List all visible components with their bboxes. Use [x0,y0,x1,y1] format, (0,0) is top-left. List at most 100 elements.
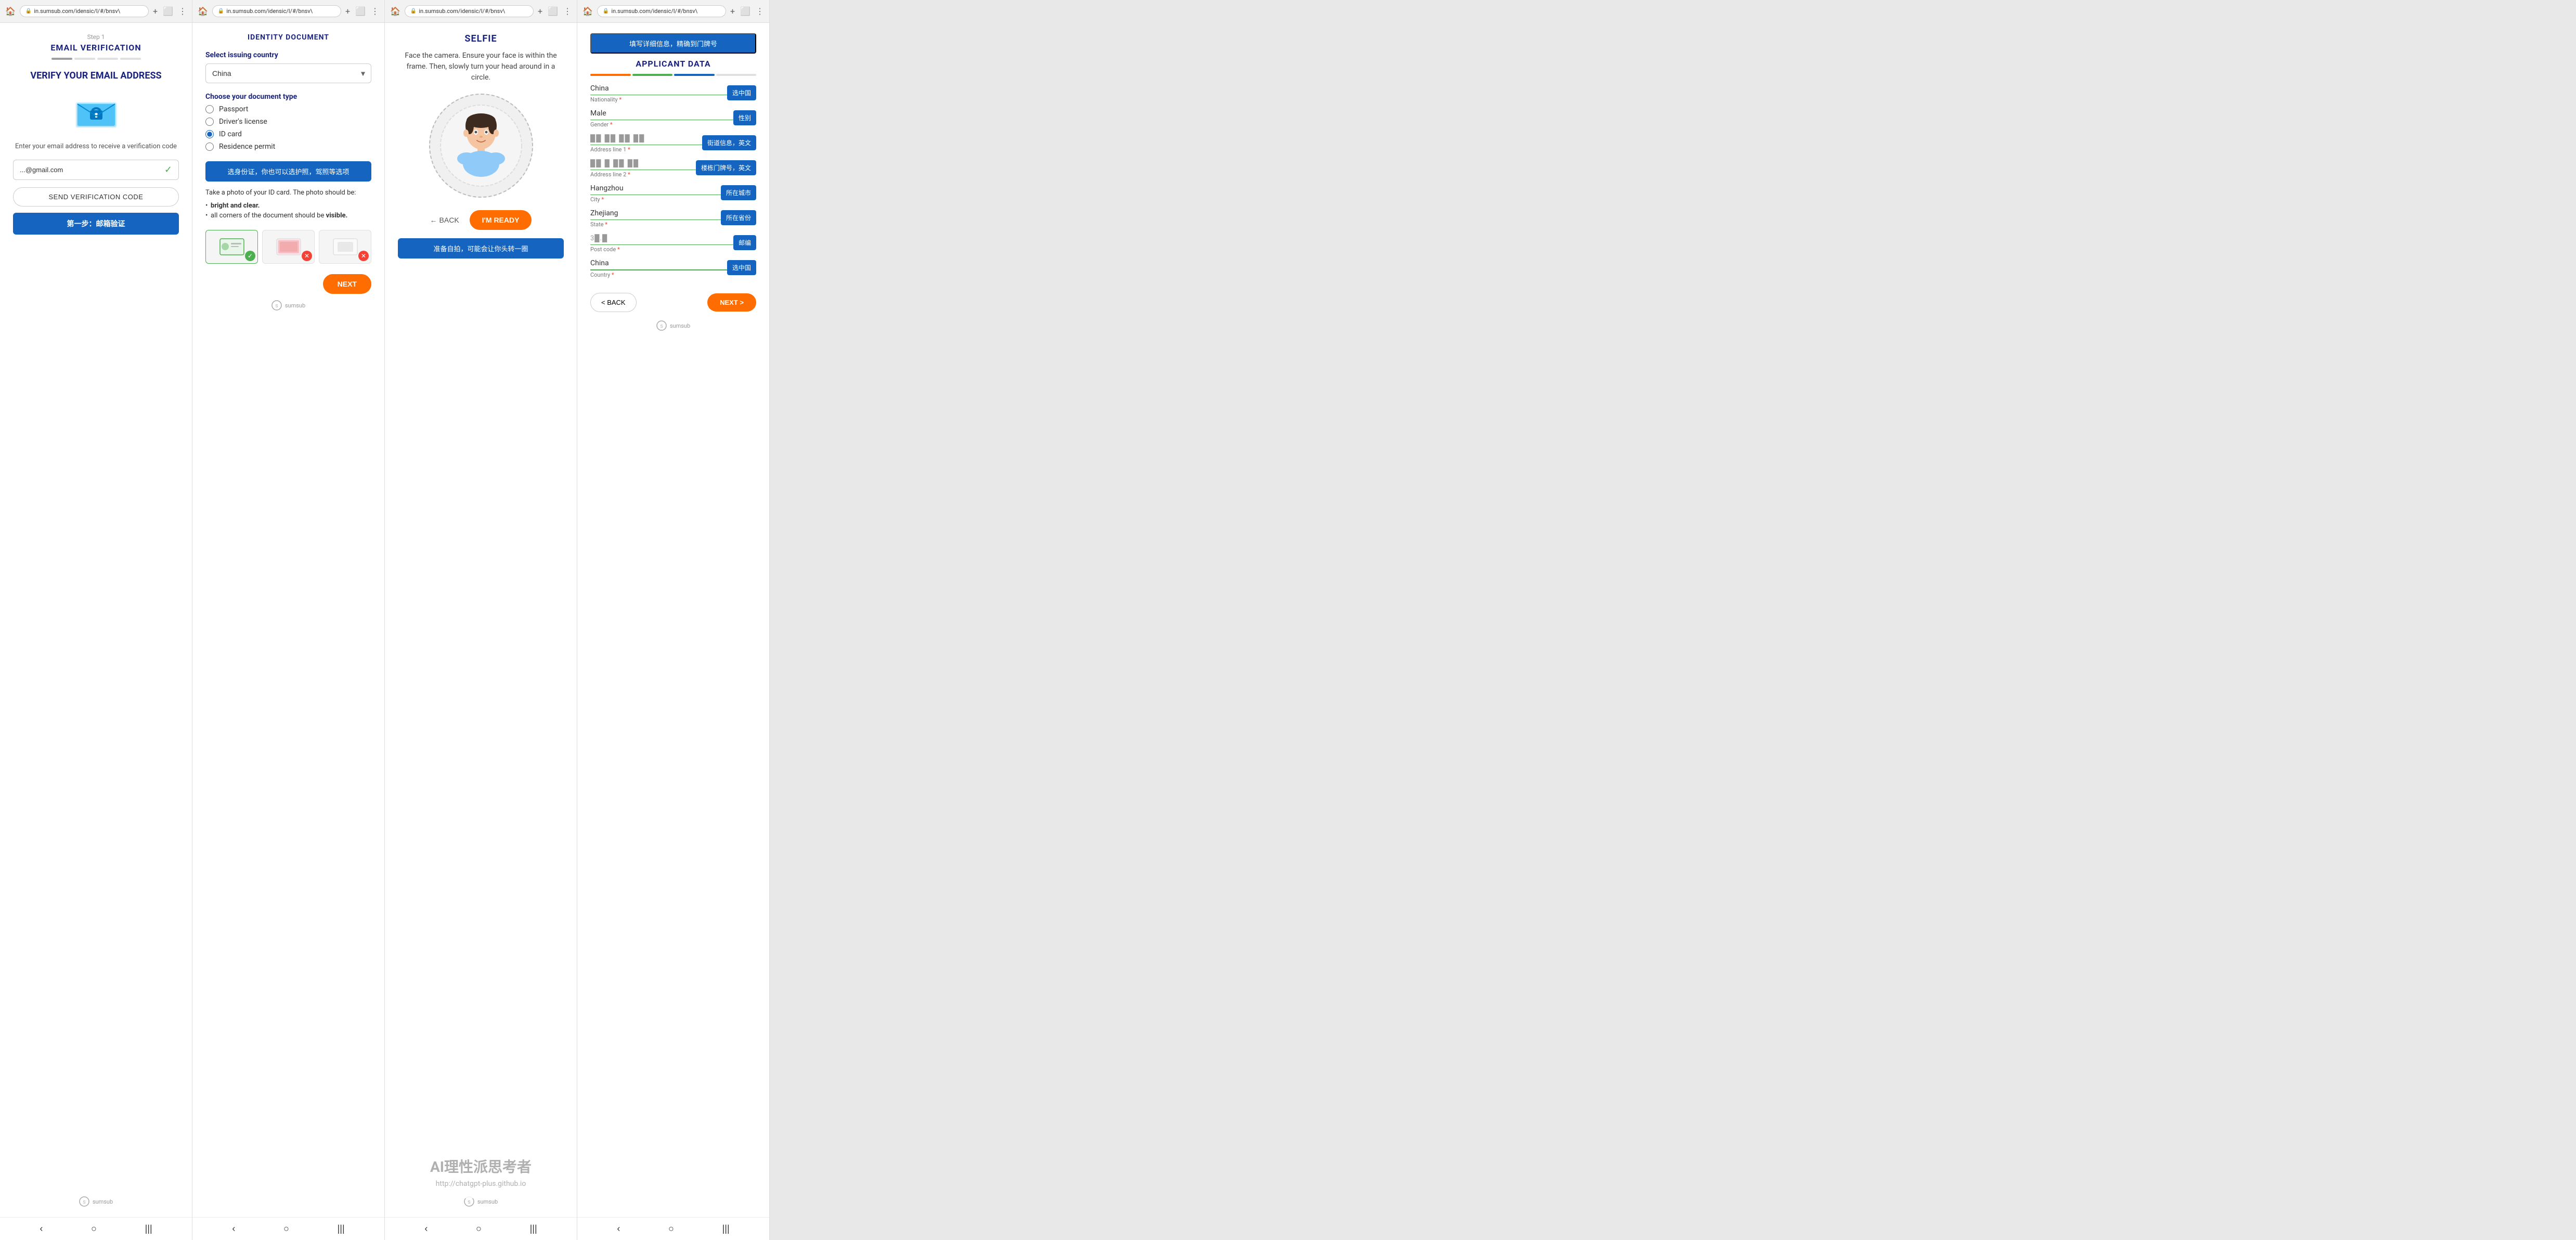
home-nav-button[interactable]: ○ [86,1220,102,1237]
applicant-back-button[interactable]: < BACK [590,293,637,312]
browser-url-2[interactable]: 🔒 in.sumsub.com/idensic/l/#/bnsv\ [212,5,341,17]
back-nav-button-2[interactable]: ‹ [227,1220,240,1237]
menu-nav-button[interactable]: ||| [140,1220,158,1237]
gender-btn[interactable]: 性别 [733,110,756,125]
sumsub-label-3: sumsub [477,1198,498,1205]
svg-text:S: S [660,324,663,329]
good-badge: ✓ [245,251,255,261]
progress-seg-2 [74,58,95,60]
email-verification-title: EMAIL VERIFICATION [50,43,141,53]
city-btn[interactable]: 所在城市 [721,185,756,200]
radio-id-card[interactable]: ID card [205,130,371,138]
send-verification-button[interactable]: SEND VERIFICATION CODE [13,187,179,206]
plus-icon-4[interactable]: + [730,6,735,16]
country-select-wrapper[interactable]: China ▾ [205,63,371,83]
fill-details-button[interactable]: 填写详细信息，精确到门牌号 [590,33,756,54]
doc-example-bad-1: ✕ [262,230,315,264]
home-nav-button-2[interactable]: ○ [278,1220,294,1237]
residence-label: Residence permit [219,143,275,151]
postcode-value: 3█.█ [590,234,756,242]
home-nav-button-3[interactable]: ○ [471,1220,487,1237]
browser-bar-2: 🏠 🔒 in.sumsub.com/idensic/l/#/bnsv\ + ⬜ … [192,0,384,23]
more-icon-2[interactable]: ⋮ [371,6,379,16]
browser-url-4[interactable]: 🔒 in.sumsub.com/idensic/l/#/bnsv\ [597,5,726,17]
applicant-next-button[interactable]: NEXT > [707,293,756,312]
select-country-label: Select issuing country [205,51,371,59]
document-examples: ✓ ✕ ✕ [205,230,371,264]
chinese-id-button[interactable]: 选身份证，你也可以选护照，驾照等选项 [205,161,371,182]
browser-url-3[interactable]: 🔒 in.sumsub.com/idensic/l/#/bnsv\ [405,5,534,17]
gender-field-row: Male 性别 ▾ [590,109,756,120]
plus-icon[interactable]: + [153,6,158,16]
photo-desc: Take a photo of your ID card. The photo … [205,189,356,197]
back-nav-button[interactable]: ‹ [34,1220,48,1237]
good-doc-svg [219,238,245,256]
email-input[interactable] [20,166,164,174]
radio-residence-input[interactable] [205,143,214,151]
next-button-panel2[interactable]: NEXT [323,274,371,294]
tabs-icon-2[interactable]: ⬜ [355,6,366,16]
radio-passport-input[interactable] [205,105,214,113]
browser-url-1[interactable]: 🔒 in.sumsub.com/idensic/l/#/bnsv\ [20,5,149,17]
more-icon[interactable]: ⋮ [178,6,187,16]
sumsub-footer-1: S sumsub [79,1196,113,1207]
sumsub-label-2: sumsub [285,302,305,309]
tabs-icon-4[interactable]: ⬜ [740,6,750,16]
selfie-actions: ← BACK I'M READY [430,210,532,230]
home-icon-2[interactable]: 🏠 [198,6,208,16]
email-input-container[interactable]: ✓ [13,160,179,180]
id-card-label: ID card [219,130,242,138]
address2-btn[interactable]: 楼栋门牌号，英文 [696,160,756,175]
progress-inactive [716,74,757,76]
field-address1: ██ ██ ██ ██ 街道信息，英文 Address line 1 * [590,134,756,153]
back-nav-button-4[interactable]: ‹ [612,1220,625,1237]
more-icon-3[interactable]: ⋮ [563,6,572,16]
selfie-description: Face the camera. Ensure your face is wit… [398,50,564,83]
field-city: Hangzhou 所在城市 City * [590,184,756,203]
verify-email-heading: VERIFY YOUR EMAIL ADDRESS [30,70,161,81]
radio-residence-permit[interactable]: Residence permit [205,143,371,151]
doc-type-label: Choose your document type [205,93,371,101]
address1-btn[interactable]: 街道信息，英文 [702,135,756,150]
country-select[interactable]: China [205,63,371,83]
tabs-icon-3[interactable]: ⬜ [548,6,558,16]
radio-drivers-license[interactable]: Driver's license [205,118,371,126]
gender-label: Gender * [590,121,756,128]
selfie-back-button[interactable]: ← BACK [430,216,459,224]
country-btn[interactable]: 选中国 [727,260,756,275]
progress-seg-4 [120,58,141,60]
browser-bar-4: 🏠 🔒 in.sumsub.com/idensic/l/#/bnsv\ + ⬜ … [577,0,769,23]
tabs-icon[interactable]: ⬜ [163,6,173,16]
browser-bar-3: 🏠 🔒 in.sumsub.com/idensic/l/#/bnsv\ + ⬜ … [385,0,577,23]
state-btn[interactable]: 所在省份 [721,210,756,225]
radio-id-input[interactable] [205,130,214,138]
home-icon-3[interactable]: 🏠 [390,6,400,16]
radio-passport[interactable]: Passport [205,105,371,113]
home-icon-4[interactable]: 🏠 [582,6,593,16]
chinese-selfie-button[interactable]: 准备自拍，可能会让你头转一圈 [398,238,564,259]
menu-nav-button-4[interactable]: ||| [717,1220,735,1237]
radio-drivers-input[interactable] [205,118,214,126]
menu-nav-button-3[interactable]: ||| [525,1220,542,1237]
home-nav-button-4[interactable]: ○ [663,1220,679,1237]
chinese-email-button[interactable]: 第一步：邮箱验证 [13,213,179,235]
postcode-field-row: 3█.█ 邮编 [590,234,756,245]
more-icon-4[interactable]: ⋮ [756,6,764,16]
plus-icon-2[interactable]: + [345,6,350,16]
back-nav-button-3[interactable]: ‹ [419,1220,433,1237]
im-ready-button[interactable]: I'M READY [470,210,532,230]
back-label: BACK [439,216,459,224]
bottom-nav-2: ‹ ○ ||| [192,1217,384,1240]
nationality-btn[interactable]: 选中国 [727,85,756,100]
bottom-nav-4: ‹ ○ ||| [577,1217,769,1240]
watermark-big-text: AI理性派思考者 [395,1156,566,1177]
person-illustration [439,104,523,187]
field-address2: ██ █ ██ ██ 楼栋门牌号，英文 Address line 2 * [590,159,756,178]
progress-seg-1 [51,58,72,60]
postcode-btn[interactable]: 邮编 [733,235,756,250]
watermark-overlay: AI理性派思考者 http://chatgpt-plus.github.io [385,1145,577,1198]
home-icon[interactable]: 🏠 [5,6,16,16]
country-field-row: China 选中国 ▾ [590,259,756,270]
plus-icon-3[interactable]: + [538,6,542,16]
menu-nav-button-2[interactable]: ||| [332,1220,350,1237]
